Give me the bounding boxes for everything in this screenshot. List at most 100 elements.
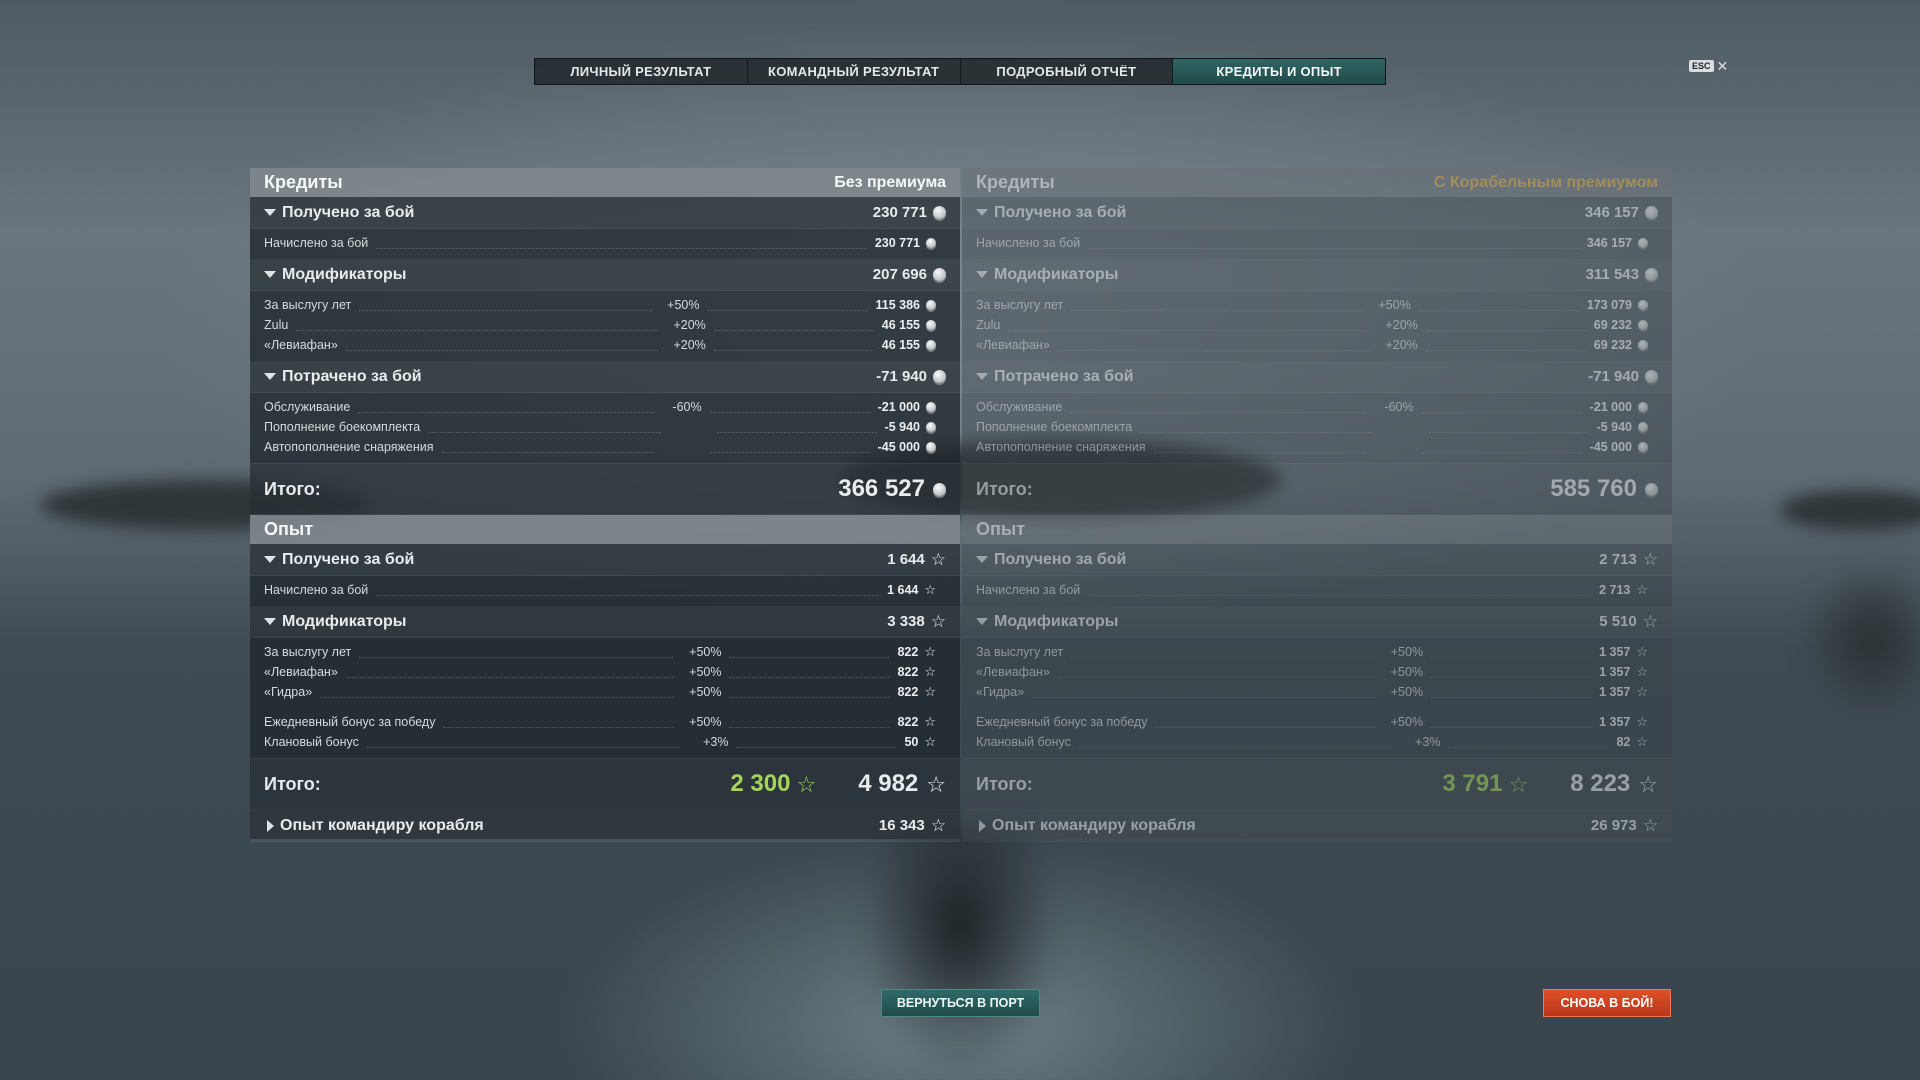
row-value: -5 940 (884, 420, 920, 434)
row-label: «Левиафан» (976, 338, 1050, 352)
list-item: «Левиафан» +20% 69 232 (962, 335, 1672, 355)
result-tabs: ЛИЧНЫЙ РЕЗУЛЬТАТ КОМАНДНЫЙ РЕЗУЛЬТАТ ПОД… (534, 58, 1386, 85)
return-to-port-button[interactable]: ВЕРНУТЬСЯ В ПОРТ (881, 989, 1040, 1017)
battle-again-button[interactable]: СНОВА В БОЙ! (1543, 989, 1671, 1017)
group-earned[interactable]: Получено за бой 230 771 (250, 197, 960, 229)
row-label: Начислено за бой (264, 583, 369, 597)
credits-icon (1645, 482, 1658, 496)
list-item: Обслуживание -60% -21 000 (962, 397, 1672, 417)
xp-total: Итого: 3 791 ☆ 8 223 ☆ (962, 758, 1672, 810)
group-label: Получено за бой (282, 550, 415, 568)
group-commander-xp[interactable]: Опыт командиру корабля 26 973 ☆ (962, 810, 1672, 842)
list-item: За выслугу лет +50% 1 357 ☆ (962, 642, 1672, 662)
row-value: 1 644 (887, 583, 919, 597)
row-value: 1 357 (1599, 665, 1631, 679)
row-label: Начислено за бой (976, 236, 1081, 250)
group-spent[interactable]: Потрачено за бой -71 940 (962, 361, 1672, 393)
row-label: Клановый бонус (976, 735, 1071, 749)
row-label: «Левиафан» (264, 338, 338, 352)
xp-header: Опыт (962, 515, 1672, 544)
xp-star-icon: ☆ (1636, 734, 1648, 749)
xp-star-icon: ☆ (930, 816, 946, 835)
row-value: 82 (1616, 735, 1631, 749)
row-percent: -60% (672, 400, 702, 414)
row-percent: +50% (689, 685, 722, 699)
row-label: За выслугу лет (976, 298, 1064, 312)
group-label: Получено за бой (994, 203, 1127, 221)
row-percent: +3% (1415, 735, 1441, 749)
free-xp-star-icon: ☆ (1508, 771, 1529, 797)
xp-star-icon: ☆ (926, 771, 946, 797)
xp-star-icon: ☆ (1642, 612, 1658, 631)
row-value: -21 000 (877, 400, 920, 414)
credits-icon (926, 320, 936, 330)
group-xp-modifiers[interactable]: Модификаторы 5 510 ☆ (962, 606, 1672, 638)
group-spent[interactable]: Потрачено за бой -71 940 (250, 361, 960, 393)
row-percent: +20% (1385, 318, 1418, 332)
group-earned[interactable]: Получено за бой 346 157 (962, 197, 1672, 229)
credits-icon (926, 300, 936, 310)
credits-icon (926, 402, 936, 412)
list-item: Ежедневный бонус за победу +50% 1 357 ☆ (962, 712, 1672, 732)
row-value: 46 155 (881, 338, 920, 352)
tab-credits-and-xp[interactable]: КРЕДИТЫ И ОПЫТ (1173, 59, 1385, 84)
tab-detailed-report[interactable]: ПОДРОБНЫЙ ОТЧЁТ (961, 59, 1174, 84)
row-percent: +50% (1390, 645, 1424, 659)
row-value: -5 940 (1596, 420, 1632, 434)
credits-icon (926, 442, 936, 452)
credits-icon (1638, 300, 1648, 310)
credits-subtitle: С Корабельным премиумом (1433, 173, 1658, 191)
credits-total: Итого: 366 527 (250, 463, 960, 515)
group-xp-earned[interactable]: Получено за бой 2 713 ☆ (962, 544, 1672, 576)
row-value: 115 386 (875, 298, 921, 312)
list-item: Начислено за бой 2 713 ☆ (962, 580, 1672, 600)
credits-icon (933, 206, 946, 219)
xp-star-icon: ☆ (924, 582, 936, 597)
credits-subtitle: Без премиума (834, 173, 946, 191)
tab-team-result[interactable]: КОМАНДНЫЙ РЕЗУЛЬТАТ (748, 59, 961, 84)
total-label: Итого: (976, 773, 1033, 794)
row-value: 822 (897, 715, 919, 729)
xp-star-icon: ☆ (930, 612, 946, 631)
panel-with-premium: Кредиты С Корабельным премиумом Получено… (962, 168, 1672, 839)
row-percent: +50% (1390, 715, 1424, 729)
row-value: 69 232 (1593, 318, 1632, 332)
row-value: 346 157 (1586, 236, 1632, 250)
chevron-down-icon (264, 271, 276, 278)
list-item: Пополнение боекомплекта -5 940 (962, 417, 1672, 437)
row-value: 1 357 (1599, 645, 1631, 659)
row-label: Автопополнение снаряжения (976, 440, 1146, 454)
group-commander-xp[interactable]: Опыт командиру корабля 16 343 ☆ (250, 810, 960, 842)
credits-total: Итого: 585 760 (962, 463, 1672, 515)
list-item: Zulu +20% 69 232 (962, 315, 1672, 335)
group-modifiers[interactable]: Модификаторы 207 696 (250, 259, 960, 291)
row-label: «Гидра» (976, 685, 1025, 699)
list-item: «Левиафан» +20% 46 155 (250, 335, 960, 355)
group-label: Потрачено за бой (282, 367, 422, 385)
row-value: -45 000 (1589, 440, 1632, 454)
group-value: 3 338 (887, 613, 925, 630)
group-xp-earned[interactable]: Получено за бой 1 644 ☆ (250, 544, 960, 576)
background-island-right (1780, 490, 1920, 530)
total-label: Итого: (264, 478, 321, 499)
xp-header: Опыт (250, 515, 960, 544)
row-label: Ежедневный бонус за победу (976, 715, 1148, 729)
total-label: Итого: (264, 773, 321, 794)
close-icon: ✕ (1716, 58, 1729, 74)
chevron-down-icon (976, 373, 988, 380)
row-value: 50 (904, 735, 919, 749)
credits-icon (1638, 422, 1648, 432)
row-label: За выслугу лет (264, 298, 352, 312)
esc-close-button[interactable]: ESC ✕ (1689, 58, 1729, 74)
xp-total: Итого: 2 300 ☆ 4 982 ☆ (250, 758, 960, 810)
tab-personal-result[interactable]: ЛИЧНЫЙ РЕЗУЛЬТАТ (535, 59, 748, 84)
group-value: -71 940 (876, 368, 927, 385)
row-value: 822 (897, 665, 919, 679)
row-percent: +50% (689, 645, 722, 659)
group-xp-modifiers[interactable]: Модификаторы 3 338 ☆ (250, 606, 960, 638)
credits-title: Кредиты (976, 172, 1055, 192)
group-value: 2 713 (1599, 551, 1637, 568)
group-label: Опыт командиру корабля (280, 816, 484, 834)
group-modifiers[interactable]: Модификаторы 311 543 (962, 259, 1672, 291)
row-value: 173 079 (1586, 298, 1632, 312)
